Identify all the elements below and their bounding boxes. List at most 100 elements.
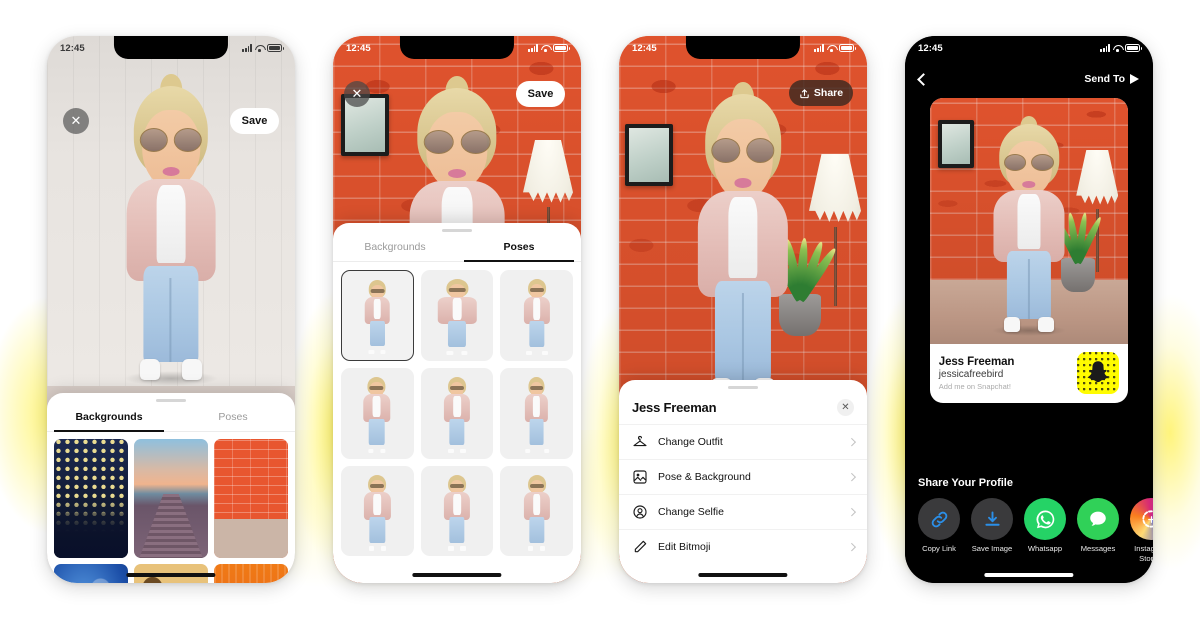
white-shirt — [728, 196, 758, 279]
download-icon — [971, 498, 1013, 541]
poses-grid — [333, 262, 581, 557]
home-indicator — [984, 573, 1074, 577]
backgrounds-grid — [47, 432, 295, 583]
sunglasses-icon — [1004, 153, 1054, 171]
background-thumbnail[interactable] — [134, 439, 208, 559]
tab-backgrounds[interactable]: Backgrounds — [333, 232, 457, 261]
share-button[interactable]: Share — [789, 80, 853, 106]
top-navigation: Send To — [905, 64, 1153, 94]
send-to-label: Send To — [1084, 73, 1125, 85]
lamp-shade — [1076, 150, 1119, 205]
profile-name: Jess Freeman — [938, 355, 1015, 368]
pose-option[interactable] — [420, 270, 494, 361]
whatsapp-icon — [1024, 498, 1066, 541]
notch — [113, 36, 229, 59]
pose-option[interactable] — [500, 367, 573, 459]
pose-option[interactable] — [341, 465, 414, 557]
profile-subtitle: Add me on Snapchat! — [938, 381, 1011, 391]
bitmoji-avatar — [682, 81, 804, 406]
share-option-save-image[interactable]: Save Image — [971, 498, 1013, 553]
battery-icon — [553, 44, 570, 52]
pose-option-selected[interactable] — [341, 270, 414, 361]
notch — [685, 36, 801, 59]
menu-item-edit-bitmoji[interactable]: Edit Bitmoji — [619, 529, 867, 564]
phone-profile-actions: 12:45 Share Jess Freeman ✕ Change Outfit… — [619, 36, 867, 583]
battery-icon — [1125, 44, 1142, 52]
messages-icon — [1077, 498, 1119, 541]
menu-item-change-selfie[interactable]: Change Selfie — [619, 494, 867, 529]
status-time: 12:45 — [918, 42, 943, 54]
send-arrow-icon — [1130, 74, 1139, 84]
white-shirt — [1017, 193, 1041, 250]
wall-picture-frame — [625, 124, 673, 186]
share-option-messages[interactable]: Messages — [1077, 498, 1119, 553]
backgrounds-sheet: Backgrounds Poses — [47, 393, 295, 583]
battery-icon — [267, 44, 284, 52]
share-option-instagram-stories[interactable]: Instagram Stories — [1130, 498, 1153, 563]
blue-jeans — [1006, 251, 1052, 320]
pencil-icon — [632, 539, 648, 555]
phone-poses-picker: 12:45 ✕ Save Backgrounds Poses — [333, 36, 581, 583]
status-time: 12:45 — [632, 42, 657, 54]
bitmoji-avatar — [981, 115, 1077, 336]
sheet-tabs: Backgrounds Poses — [47, 402, 295, 432]
menu-item-change-outfit[interactable]: Change Outfit — [619, 424, 867, 459]
pose-option[interactable] — [420, 465, 494, 557]
close-button[interactable]: ✕ — [344, 81, 370, 107]
status-time: 12:45 — [346, 42, 371, 54]
sheet-title: Jess Freeman — [632, 400, 717, 415]
background-thumbnail[interactable] — [214, 564, 288, 583]
shoe-right — [1037, 316, 1054, 332]
share-options-row: Copy Link Save Image Whatsapp Messages I… — [918, 498, 1153, 563]
chevron-right-icon — [847, 543, 856, 551]
close-icon[interactable]: ✕ — [837, 399, 854, 416]
cellular-signal-icon — [242, 44, 252, 52]
sunglasses-icon — [423, 130, 491, 154]
avatar-shadow — [991, 325, 1067, 336]
menu-item-label: Change Selfie — [658, 506, 724, 518]
profile-card-info: Jess Freeman jessicafreebird Add me on S… — [930, 344, 1128, 403]
profile-card: Jess Freeman jessicafreebird Add me on S… — [929, 98, 1129, 403]
save-button[interactable]: Save — [230, 108, 279, 134]
send-to-button[interactable]: Send To — [1084, 73, 1139, 85]
wifi-icon — [541, 44, 550, 52]
brick-room-art — [214, 439, 288, 559]
save-button[interactable]: Save — [516, 81, 565, 107]
share-option-whatsapp[interactable]: Whatsapp — [1024, 498, 1066, 553]
share-option-copy-link[interactable]: Copy Link — [918, 498, 960, 553]
menu-item-pose-background[interactable]: Pose & Background — [619, 459, 867, 494]
orange-curtain-art — [214, 564, 288, 583]
lamp-shade — [809, 154, 861, 222]
notch — [971, 36, 1087, 59]
profile-handle: jessicafreebird — [938, 368, 1004, 380]
pose-option[interactable] — [420, 367, 494, 459]
pose-option[interactable] — [341, 367, 414, 459]
tab-poses[interactable]: Poses — [457, 232, 581, 262]
menu-item-label: Change Outfit — [658, 436, 723, 448]
cellular-signal-icon — [1100, 44, 1110, 52]
city-lights-art — [54, 439, 128, 559]
tab-backgrounds[interactable]: Backgrounds — [47, 402, 171, 432]
pose-option[interactable] — [500, 270, 573, 361]
wifi-icon — [827, 44, 836, 52]
share-option-label: Instagram Stories — [1134, 544, 1153, 563]
wifi-icon — [1113, 44, 1122, 52]
blue-jeans — [143, 266, 199, 362]
background-thumbnail[interactable] — [54, 564, 128, 583]
share-option-label: Copy Link — [922, 544, 956, 554]
tab-poses[interactable]: Poses — [171, 402, 295, 431]
cellular-signal-icon — [528, 44, 538, 52]
share-option-label: Whatsapp — [1027, 544, 1063, 554]
phone-share-profile: 12:45 Send To Jess Freeman jessicafreebi… — [905, 36, 1153, 583]
poses-sheet: Backgrounds Poses — [333, 223, 581, 583]
share-section-title: Share Your Profile — [918, 477, 1013, 490]
close-button[interactable]: ✕ — [63, 108, 89, 134]
home-indicator — [126, 573, 216, 577]
background-thumbnail[interactable] — [54, 439, 128, 559]
snapcode[interactable] — [1077, 352, 1120, 394]
notch — [399, 36, 515, 59]
background-thumbnail[interactable] — [214, 439, 288, 559]
pose-option[interactable] — [500, 465, 573, 557]
share-section: Share Your Profile Copy Link Save Image — [905, 477, 1153, 563]
back-icon[interactable] — [917, 72, 930, 86]
